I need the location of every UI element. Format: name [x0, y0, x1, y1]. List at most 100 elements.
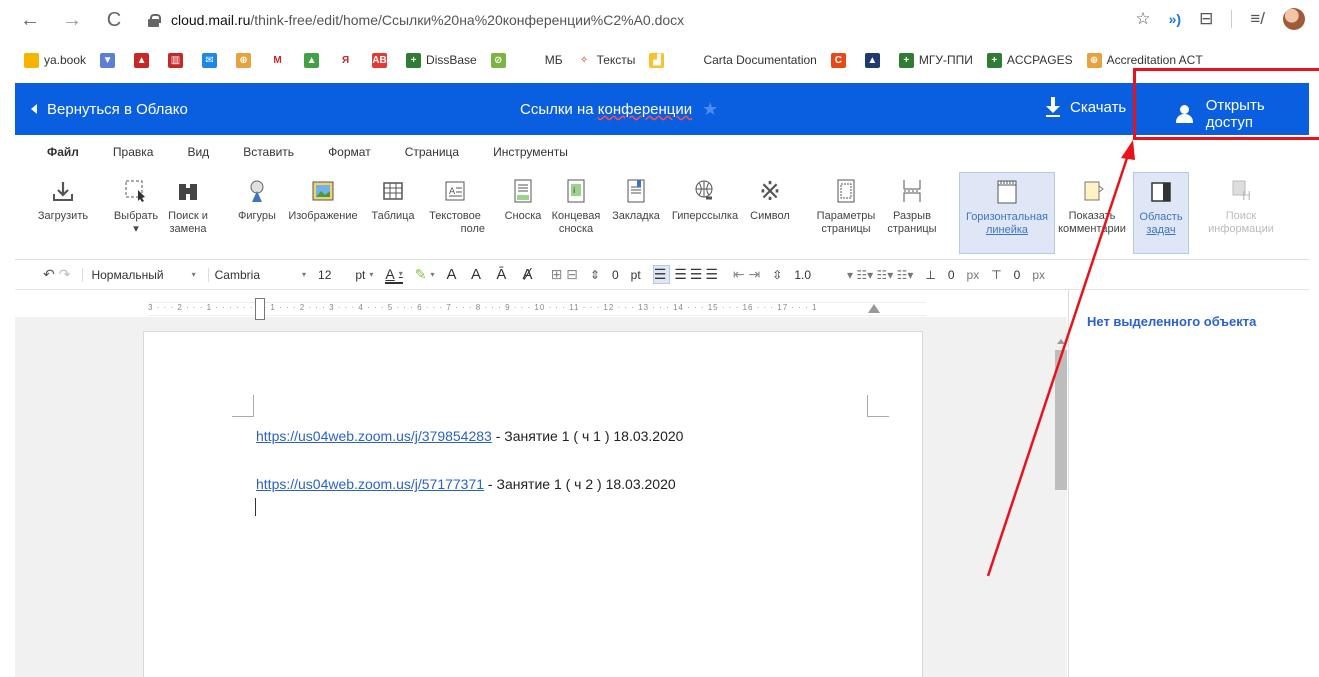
highlight-color-icon[interactable]: ✎ ▾ [415, 266, 435, 283]
bookmark-item[interactable]: AB [372, 52, 392, 68]
cast-icon[interactable]: ⊟ [1199, 9, 1213, 29]
bookmark-item[interactable]: МБ [524, 52, 563, 68]
menu-item[interactable]: Вид [187, 145, 209, 159]
show-comments-button[interactable]: Показать комментарии [1055, 172, 1129, 236]
menu-item[interactable]: Правка [113, 145, 154, 159]
bookmark-item[interactable]: ▲ [304, 52, 324, 68]
chevron-left-icon [31, 104, 37, 114]
menu-item[interactable]: Формат [328, 145, 371, 159]
image-button[interactable]: Изображение [285, 172, 361, 223]
page-break-icon [903, 180, 921, 202]
text-effect-icons[interactable]: A A Ā Ⱥ [447, 266, 539, 283]
shapes-button[interactable]: Фигуры [232, 172, 282, 223]
style-select[interactable]: Нормальный ▾ [82, 267, 196, 282]
footnote-icon [514, 179, 532, 203]
document-line-1: https://us04web.zoom.us/j/379854283 - За… [256, 428, 683, 444]
favorite-star-icon[interactable]: ★ [702, 99, 718, 120]
bookmark-item[interactable]: ▲ [134, 52, 154, 68]
bookmark-item[interactable]: ▟ [649, 52, 669, 68]
download-button[interactable]: Скачать [1046, 97, 1126, 117]
reload-icon[interactable]: C [102, 9, 126, 32]
comments-label-1: Показать [1068, 210, 1116, 222]
bookmark-item[interactable]: + МГУ-ППИ [898, 52, 973, 68]
horizontal-ruler-toggle[interactable]: Горизонтальная линейка [959, 172, 1055, 254]
endnote-button[interactable]: i Концевая сноска [549, 172, 603, 236]
font-color-button[interactable]: A ▾ [385, 266, 403, 284]
indent-icons[interactable]: ⇤ ⇥ [733, 266, 760, 283]
bookmark-item[interactable]: Carta Documentation [683, 52, 817, 68]
bookmark-item[interactable]: ⊘ [490, 52, 511, 68]
bookmark-item[interactable]: ya.book [24, 52, 86, 68]
line-spacing-icon[interactable]: ⇳ [772, 268, 782, 282]
bookmark-button[interactable]: Закладка [611, 172, 661, 223]
menu-item[interactable]: Страница [405, 145, 459, 159]
footnote-button[interactable]: Сноска [503, 172, 543, 223]
page-break-button[interactable]: Разрыв страницы [883, 172, 941, 236]
menu-item[interactable]: Файл [47, 145, 79, 159]
bookmark-item[interactable]: + ACCPAGES [986, 52, 1073, 68]
indent-after-icon[interactable]: ⊤ [991, 268, 1001, 282]
bookmark-favicon-icon: ⊕ [1086, 52, 1102, 68]
bookmark-item[interactable]: Я [338, 52, 358, 68]
bookmark-item[interactable]: ▲ [864, 52, 885, 68]
ruler-indent-marker[interactable] [255, 298, 265, 320]
symbol-button[interactable]: ※ Символ [747, 172, 793, 223]
zoom-link-1[interactable]: https://us04web.zoom.us/j/379854283 [256, 428, 492, 444]
document-page[interactable] [143, 331, 923, 677]
back-arrow-icon[interactable]: ← [18, 9, 42, 32]
scroll-up-arrow-icon[interactable] [1057, 339, 1065, 344]
forward-arrow-icon[interactable]: → [60, 9, 84, 32]
page-params-label-1: Параметры [816, 210, 876, 222]
ruler-right-indent-marker[interactable] [868, 304, 880, 313]
bookmark-item[interactable]: ✧ Тексты [576, 52, 635, 68]
line-2-text: - Занятие 1 ( ч 2 ) 18.03.2020 [484, 476, 676, 492]
align-icons[interactable]: ☰ ☰☰☰ [652, 265, 721, 284]
page-params-button[interactable]: Параметры страницы [813, 172, 879, 236]
bookmark-favicon-icon: + [898, 52, 914, 68]
list-icons[interactable]: ▾ ☷▾ ☷▾ ☷▾ [847, 268, 913, 282]
columns-icons[interactable]: ⊞ ⊟ [551, 266, 578, 283]
endnote-icon: i [567, 179, 585, 203]
share-button[interactable]: Открыть доступ [1175, 97, 1309, 131]
find-replace-button[interactable]: Поиск и замена [163, 172, 213, 236]
indent-after-unit: px [1032, 267, 1046, 282]
document-title[interactable]: Ссылки на конференции ★ [520, 99, 718, 120]
reading-list-icon[interactable]: ≡/ [1250, 9, 1265, 29]
textbox-button[interactable]: A Текстовое поле [425, 172, 485, 236]
font-size-input[interactable]: 12 [318, 268, 331, 282]
bookmark-item[interactable]: ⊕ [236, 52, 256, 68]
font-select[interactable]: Cambria ▾ [207, 267, 306, 282]
ruler-icon [997, 180, 1017, 204]
task-pane-toggle[interactable]: Область задач [1133, 172, 1189, 254]
hyperlink-button[interactable]: Гиперссылка [667, 172, 743, 223]
bookmark-item[interactable]: M [270, 52, 290, 68]
bookmark-item[interactable]: ⊕ Accreditation ACT [1086, 52, 1203, 68]
bookmark-item[interactable]: ▼ [100, 52, 120, 68]
vertical-scrollbar[interactable] [1055, 336, 1067, 496]
back-to-cloud-link[interactable]: Вернуться в Облако [31, 101, 188, 118]
menu-item[interactable]: Вставить [243, 145, 294, 159]
zoom-link-2[interactable]: https://us04web.zoom.us/j/57177371 [256, 476, 484, 492]
bookmark-item[interactable]: C [830, 52, 851, 68]
spacing-icon[interactable]: ⇕ [590, 268, 600, 282]
indent-before-icon[interactable]: ⊥ [925, 268, 935, 282]
indent-after-value[interactable]: 0 [1014, 268, 1021, 282]
profile-avatar[interactable] [1283, 8, 1305, 30]
scrollbar-thumb[interactable] [1055, 350, 1067, 490]
table-button[interactable]: Таблица [365, 172, 421, 223]
bookmark-item[interactable]: ✉ [202, 52, 222, 68]
extension-icon[interactable]: ») [1169, 11, 1181, 27]
undo-redo-icons[interactable]: ↶ ↷ [43, 266, 70, 283]
menu-item[interactable]: Инструменты [493, 145, 568, 159]
url-field[interactable]: cloud.mail.ru/think-free/edit/home/Ссылк… [171, 12, 684, 28]
bookmark-item[interactable]: + DissBase [406, 52, 477, 68]
bookmark-label: DissBase [426, 53, 477, 67]
upload-button[interactable]: Загрузить [33, 172, 93, 223]
bookmark-item[interactable]: ▥ [168, 52, 188, 68]
spacing-value[interactable]: 0 [612, 268, 619, 282]
font-size-unit-select[interactable]: pt ▾ [355, 268, 373, 282]
bookmark-star-icon[interactable]: ☆ [1135, 9, 1150, 29]
indent-before-value[interactable]: 0 [948, 268, 955, 282]
line-spacing-value[interactable]: 1.0 [794, 268, 811, 282]
select-button[interactable]: Выбрать ▾ [111, 172, 161, 236]
